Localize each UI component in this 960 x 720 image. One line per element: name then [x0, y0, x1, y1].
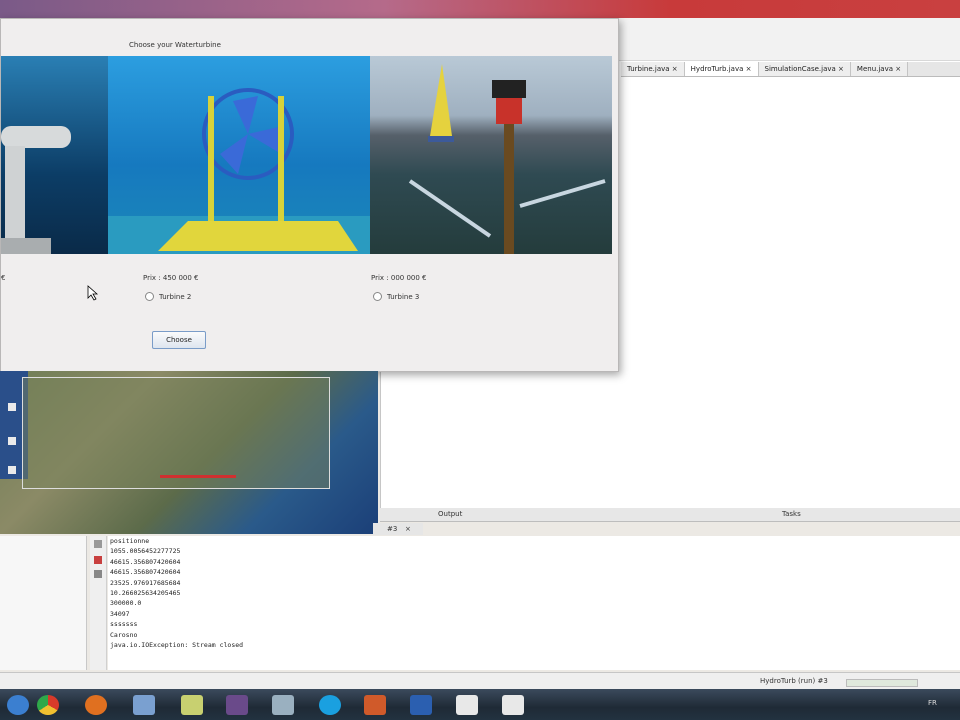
turbine-3-price: Prix : 000 000 €: [371, 274, 427, 282]
console-line: positionne: [110, 537, 150, 545]
tab-simulationcase-java[interactable]: SimulationCase.java ×: [758, 62, 851, 76]
choose-button[interactable]: Choose: [152, 331, 206, 349]
close-icon[interactable]: ×: [838, 65, 844, 73]
map-view[interactable]: [0, 371, 378, 534]
map-inset[interactable]: [22, 377, 330, 489]
map-marker-icon[interactable]: [8, 466, 16, 474]
turbine-3-radio[interactable]: [373, 292, 382, 301]
turbine-3-image: [370, 56, 612, 254]
turbine-2-image: [108, 56, 370, 254]
tab-menu-java[interactable]: Menu.java ×: [850, 62, 909, 76]
close-icon[interactable]: ×: [746, 65, 752, 73]
console-output[interactable]: positionne 1055.0056452277725 46615.3568…: [108, 536, 960, 670]
language-indicator[interactable]: FR: [928, 699, 937, 707]
firefox-icon[interactable]: [78, 691, 114, 718]
turbine-1-price-fragment: €: [1, 274, 6, 282]
navigator-panel: [0, 536, 87, 670]
turbine-1-illustration: [1, 126, 71, 254]
console-line: Carosno: [110, 630, 138, 639]
turbine-2-illustration: [108, 88, 370, 254]
java-icon[interactable]: [449, 691, 485, 718]
turbine-2-price: Prix : 450 000 €: [143, 274, 199, 282]
output-header: Output Tasks: [380, 508, 960, 522]
java-icon[interactable]: [495, 691, 531, 718]
console-line: 300000.0: [110, 599, 142, 608]
console-line: 34097: [110, 609, 130, 618]
console-line: 46615.356807420604: [110, 568, 181, 577]
remote-icon[interactable]: [219, 691, 255, 718]
console-line: java.io.IOException: Stream closed: [110, 640, 244, 649]
turbine-3-option[interactable]: Turbine 3: [373, 292, 419, 301]
settings-icon[interactable]: [94, 570, 102, 578]
word-icon[interactable]: [403, 691, 439, 718]
mouse-cursor-icon: [87, 285, 99, 301]
console-line: 46615.356807420604: [110, 557, 181, 566]
map-progress-line: [160, 475, 236, 478]
console-line: 1055.0056452277725: [110, 547, 181, 556]
close-icon[interactable]: ×: [672, 65, 678, 73]
dialog-title: Choose your Waterturbine: [129, 41, 221, 49]
output-tab[interactable]: #3 ×: [373, 523, 423, 535]
turbine-chooser-dialog: Choose your Waterturbine € Prix: 450 00…: [0, 18, 619, 372]
virtualbox-icon[interactable]: [126, 691, 162, 718]
output-gutter: [90, 536, 107, 670]
tab-hydroturb-java[interactable]: HydroTurb.java ×: [684, 62, 759, 76]
console-line: sssssss: [110, 620, 138, 629]
tab-turbine-java[interactable]: Turbine.java ×: [621, 62, 685, 76]
map-marker-icon[interactable]: [8, 437, 16, 445]
turbine-2-radio[interactable]: [145, 292, 154, 301]
desktop-background: [0, 0, 960, 18]
close-icon[interactable]: ×: [405, 525, 411, 533]
vmware-icon[interactable]: [265, 691, 301, 718]
notepad-icon[interactable]: [174, 691, 210, 718]
map-marker-icon[interactable]: [8, 403, 16, 411]
console-line: 23525.976917685684: [110, 578, 181, 587]
turbine-3-label: Turbine 3: [387, 292, 420, 301]
chrome-icon[interactable]: [30, 691, 66, 718]
rerun-icon[interactable]: [94, 540, 102, 548]
powerpoint-icon[interactable]: [357, 691, 393, 718]
editor-tab-bar: Turbine.java × HydroTurb.java × Simulati…: [621, 62, 960, 77]
turbine-3-illustration: [408, 64, 606, 254]
console-line: 10.266025634205465: [110, 588, 181, 597]
skype-icon[interactable]: [312, 691, 348, 718]
close-icon[interactable]: ×: [895, 65, 901, 73]
turbine-1-image: [1, 56, 108, 254]
output-label: Output: [438, 510, 463, 518]
turbine-2-option[interactable]: Turbine 2: [145, 292, 191, 301]
turbine-2-label: Turbine 2: [159, 292, 192, 301]
taskbar: FR: [0, 689, 960, 720]
progress-bar: [846, 679, 918, 687]
tasks-label[interactable]: Tasks: [782, 510, 801, 518]
running-process[interactable]: HydroTurb (run) #3: [760, 677, 828, 685]
stop-icon[interactable]: [94, 556, 102, 564]
